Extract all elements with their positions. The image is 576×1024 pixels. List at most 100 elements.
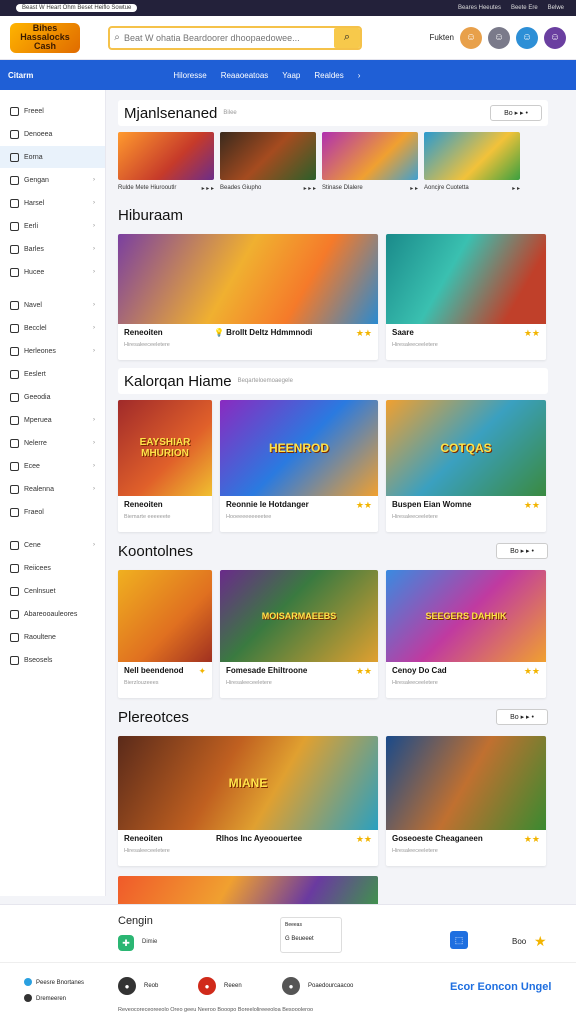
card-desc: Hiresaleeceeletere	[124, 342, 170, 348]
game-card[interactable]: SEEGERS DAHHIK Cenoy Do Cad Hiresaleeceel…	[386, 570, 546, 698]
sidebar-divider	[0, 284, 105, 294]
sidebar-item-label: Becclel	[24, 324, 47, 332]
sidebar-item[interactable]: Geeodia	[0, 386, 105, 408]
sidebar-item[interactable]: Barles ›	[0, 238, 105, 260]
nav-item[interactable]: Yaap	[282, 71, 300, 80]
section-subtitle: Beqarteloemoaegele	[237, 378, 293, 384]
sidebar-item[interactable]: Raoultene	[0, 626, 105, 648]
sidebar-item[interactable]: Cene ›	[0, 534, 105, 556]
sidebar-item[interactable]: Eorna	[0, 146, 105, 168]
site-header: Bihes Hassalocks Cash ⌕ ⌕ Fukten ☺ ☺ ☺ ☺	[0, 16, 576, 60]
sidebar-item[interactable]: Gengan ›	[0, 169, 105, 191]
search-button[interactable]: ⌕	[334, 27, 360, 48]
nav-brand[interactable]: Citarm	[8, 71, 33, 80]
social-label: Poaedourcaacoo	[308, 983, 354, 989]
sidebar-item[interactable]: Harsel ›	[0, 192, 105, 214]
item-controls[interactable]: ▸ ▸ ▸	[202, 185, 214, 192]
game-card[interactable]: COTQAS Buspen Eian Womne Hiresaleeceelete…	[386, 400, 546, 532]
announcement-pill[interactable]: Beast W Heart Ohm Beset Heiflo Sowtue	[16, 4, 138, 12]
sidebar-item[interactable]: Reiicees	[0, 557, 105, 579]
game-card[interactable]: HEENROD Reonnie Ie Hotdanger Hooeeeeeeeee…	[220, 400, 378, 532]
sidebar-item[interactable]: Hucee ›	[0, 261, 105, 283]
game-card[interactable]: Reneoiten Hiresaleeceeletere 💡 Brollt Delt…	[118, 234, 378, 360]
sidebar-item[interactable]: Eeslert	[0, 363, 105, 385]
music-icon	[10, 415, 19, 425]
chat-icon[interactable]: ✚	[118, 935, 134, 951]
avatar[interactable]: ☺	[516, 26, 538, 49]
list-item[interactable]: Stinase Dlalere ▸ ▸	[322, 132, 418, 192]
item-controls[interactable]: ▸ ▸	[512, 185, 520, 192]
fire-icon	[10, 632, 19, 642]
footer-link[interactable]: Dremeeren	[36, 996, 66, 1002]
social-item[interactable]: ● Poaedourcaacoo	[282, 977, 353, 995]
carousel-controls[interactable]: Bo ▸ ▸ •	[490, 105, 542, 121]
card-row: MIANE Reneoiten Hiresaleeceeletere Rlhos I…	[118, 736, 548, 866]
sidebar-item[interactable]: Navel ›	[0, 294, 105, 316]
topbar-link[interactable]: Beete Ere	[511, 5, 538, 11]
account-label[interactable]: Fukten	[430, 33, 454, 42]
nav-item[interactable]: Realdes	[314, 71, 343, 80]
sidebar-item[interactable]: Ecee ›	[0, 455, 105, 477]
share-icon[interactable]: ⬚	[450, 931, 468, 949]
sidebar-item[interactable]: Mperuea ›	[0, 409, 105, 431]
nav-next[interactable]: ›	[358, 71, 361, 80]
game-card[interactable]: MOISARMAEEBS Fomesade Ehiltroone Hiresale…	[220, 570, 378, 698]
search-bar: ⌕ ⌕	[108, 25, 362, 50]
avatar[interactable]: ☺	[460, 26, 482, 49]
site-footer: Peesre Bnortanes Dremeeren ● Reob ● Reeen …	[0, 962, 576, 1024]
sidebar-item[interactable]: Bseosels	[0, 649, 105, 671]
game-card[interactable]: Nell beendenod Bierzlouzeees ✦	[118, 570, 212, 698]
nav-item[interactable]: Hiloresse	[173, 71, 206, 80]
avatar[interactable]: ☺	[488, 26, 510, 49]
target-icon	[10, 323, 19, 333]
chevron-right-icon: ›	[93, 302, 95, 308]
trophy-icon	[10, 221, 19, 231]
sidebar-item[interactable]: Nelerre ›	[0, 432, 105, 454]
sidebar-item[interactable]: Cenlnsuet	[0, 580, 105, 602]
sidebar-item[interactable]: Denoeea	[0, 123, 105, 145]
game-card[interactable]: EAYSHIAR MHURION Reneoiten Biemarte eeeee…	[118, 400, 212, 532]
card-row: Nell beendenod Bierzlouzeees ✦ MOISARMAEEB…	[118, 570, 548, 698]
social-item[interactable]: ● Reeen	[198, 977, 242, 995]
rating-label: Boo	[512, 937, 527, 946]
sidebar-item[interactable]: Fraeol	[0, 501, 105, 523]
section-title: Mjanlsenaned	[124, 104, 218, 122]
info-popover[interactable]: Beeeas G Beueeet	[280, 917, 342, 953]
game-card[interactable]: MIANE Reneoiten Hiresaleeceeletere Rlhos I…	[118, 736, 378, 866]
section-header: Mjanlsenaned Bilee Bo ▸ ▸ •	[118, 100, 548, 126]
sidebar-item[interactable]: Eerli ›	[0, 215, 105, 237]
sidebar-item-label: Barles	[24, 245, 44, 253]
search-input[interactable]	[124, 32, 334, 43]
list-item[interactable]: Beades Giupho ▸ ▸ ▸	[220, 132, 316, 192]
sidebar-item-label: Fraeol	[24, 508, 44, 516]
star-icon	[10, 152, 19, 162]
sidebar-item-label: Bseosels	[24, 656, 53, 664]
sidebar-item[interactable]: Realenna ›	[0, 478, 105, 500]
carousel-controls[interactable]: Bo ▸ ▸ •	[496, 709, 548, 725]
list-item[interactable]: Aoncjre Cuotetta ▸ ▸	[424, 132, 520, 192]
list-item[interactable]: Rulde Mete Hiurooutlr ▸ ▸ ▸	[118, 132, 214, 192]
sidebar-item[interactable]: Freeel	[0, 100, 105, 122]
topbar-link[interactable]: Beares Heeutes	[458, 5, 501, 11]
contact-label[interactable]: Dimie	[142, 939, 157, 945]
item-controls[interactable]: ▸ ▸ ▸	[304, 185, 316, 192]
site-logo[interactable]: Bihes Hassalocks Cash	[10, 22, 80, 53]
game-card[interactable]: Saare Hiresaleeceeletere ★★	[386, 234, 546, 360]
footer-brand[interactable]: Ecor Eoncon Ungel	[450, 981, 551, 993]
footer-link[interactable]: Peesre Bnortanes	[36, 980, 84, 986]
sidebar-item[interactable]: Herleones ›	[0, 340, 105, 362]
social-item[interactable]: ● Reob	[118, 977, 158, 995]
item-controls[interactable]: ▸ ▸	[410, 185, 418, 192]
game-card[interactable]: Goseoeste Cheaganeen Hiresaleeceeletere ★★	[386, 736, 546, 866]
car-icon	[10, 484, 19, 494]
carousel-controls[interactable]: Bo ▸ ▸ •	[496, 543, 548, 559]
section-title: Hiburaam	[118, 206, 184, 224]
rating-stars: ★★	[523, 328, 540, 338]
nav-item[interactable]: Reaaoeatoas	[221, 71, 269, 80]
sidebar-item-label: Denoeea	[24, 130, 53, 138]
topbar-link[interactable]: Belwe	[548, 5, 564, 11]
avatar[interactable]: ☺	[544, 26, 566, 49]
sidebar-item[interactable]: Abareooauleores	[0, 603, 105, 625]
shield-icon	[10, 540, 19, 550]
sidebar-item[interactable]: Becclel ›	[0, 317, 105, 339]
